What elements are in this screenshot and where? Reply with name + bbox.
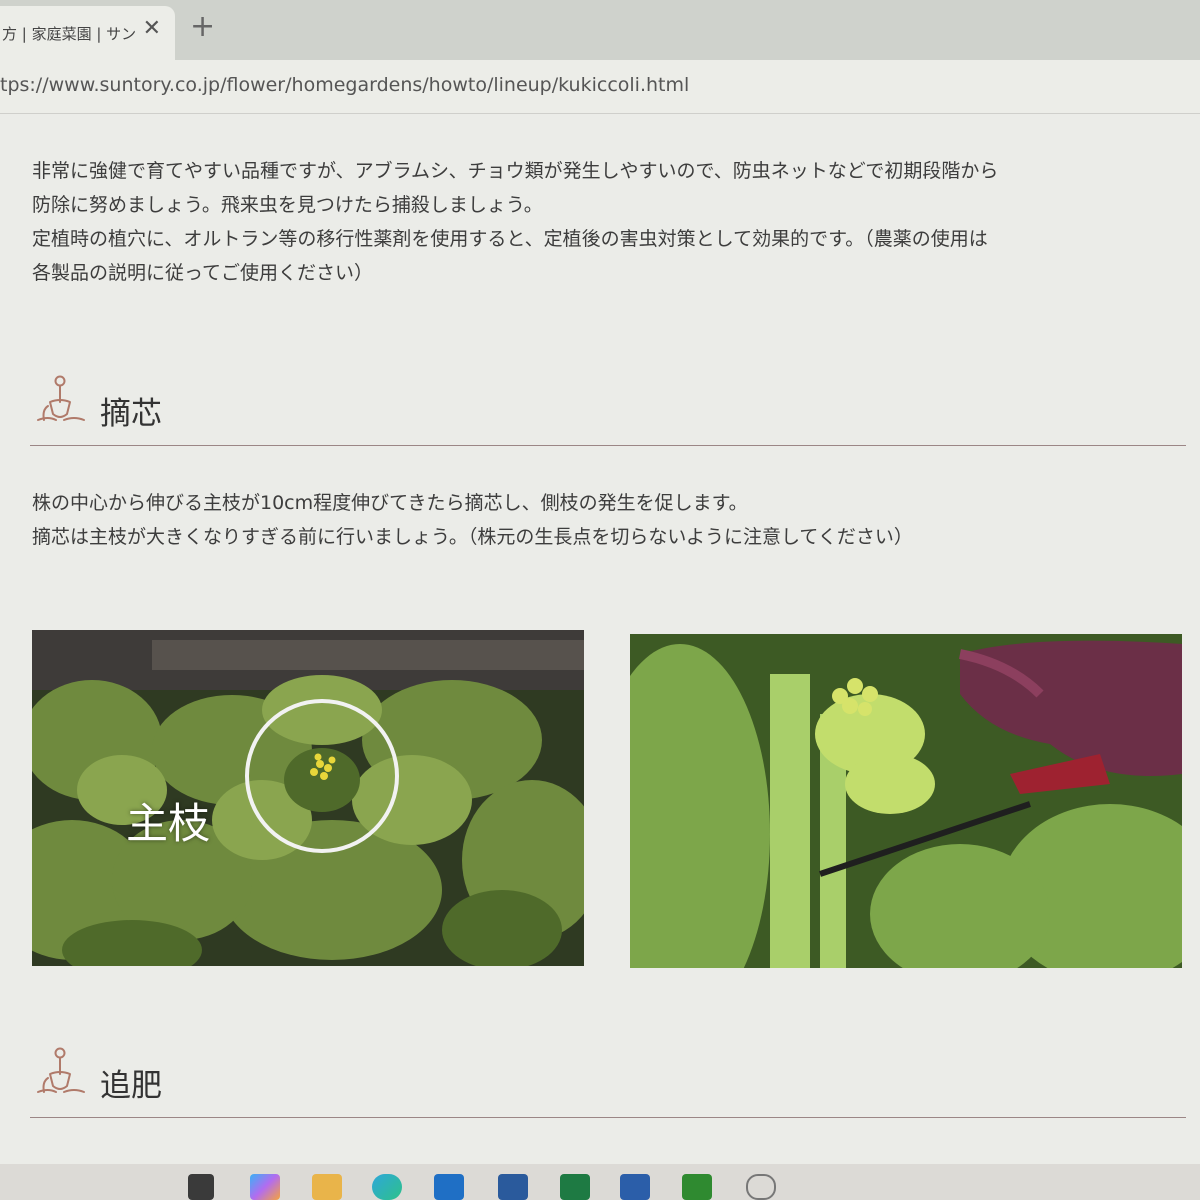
section-divider (30, 445, 1186, 446)
tab-title: 方 | 家庭菜園 | サン (2, 24, 137, 43)
solitaire-icon[interactable] (498, 1174, 528, 1200)
pinching-paragraph: 株の中心から伸びる主枝が10cm程度伸びてきたら摘芯し、側枝の発生を促します。 … (32, 486, 913, 554)
plant-photo-illustration (32, 630, 584, 966)
pest-line-1: 非常に強健で育てやすい品種ですが、アブラムシ、チョウ類が発生しやすいので、防虫ネ… (32, 160, 999, 182)
app-icon[interactable] (682, 1174, 712, 1200)
pest-line-4: 各製品の説明に従ってご使用ください） (32, 262, 374, 284)
url-text[interactable]: tps://www.suntory.co.jp/flower/homegarde… (0, 74, 689, 96)
section-heading-fertilizer: 追肥 (30, 1038, 1186, 1118)
outlook-icon[interactable] (434, 1174, 464, 1200)
photo-main-stem: 主枝 (32, 630, 584, 966)
pest-line-2: 防除に努めましょう。飛来虫を見つけたら捕殺しましょう。 (32, 194, 543, 216)
section-heading-pinching: 摘芯 (30, 366, 1186, 446)
pinching-line-1: 株の中心から伸びる主枝が10cm程度伸びてきたら摘芯し、側枝の発生を促します。 (32, 492, 748, 514)
copilot-icon[interactable] (250, 1174, 280, 1200)
photo-pinching-scissors (630, 634, 1182, 968)
trowel-icon (37, 375, 85, 421)
folder-icon[interactable] (312, 1174, 342, 1200)
file-explorer-icon[interactable] (188, 1174, 214, 1200)
new-tab-icon[interactable]: + (190, 12, 215, 42)
edge-icon[interactable] (372, 1174, 402, 1200)
section-title: 摘芯 (100, 396, 162, 432)
pinching-photo-illustration (630, 634, 1182, 968)
photo-label-main-stem: 主枝 (126, 799, 211, 848)
taskbar (0, 1164, 1200, 1200)
browser-tab[interactable]: 方 | 家庭菜園 | サン ✕ (0, 6, 175, 60)
tab-bar: 方 | 家庭菜園 | サン ✕ + (0, 0, 1200, 60)
excel-icon[interactable] (560, 1174, 590, 1200)
pest-line-3: 定植時の植穴に、オルトラン等の移行性薬剤を使用すると、定植後の害虫対策として効果… (32, 228, 988, 250)
word-icon[interactable] (620, 1174, 650, 1200)
trowel-icon (37, 1047, 85, 1093)
section-title: 追肥 (100, 1068, 162, 1104)
address-bar[interactable]: tps://www.suntory.co.jp/flower/homegarde… (0, 60, 1200, 114)
close-icon[interactable]: ✕ (143, 18, 161, 40)
pest-paragraph: 非常に強健で育てやすい品種ですが、アブラムシ、チョウ類が発生しやすいので、防虫ネ… (32, 154, 998, 290)
ime-icon[interactable] (746, 1174, 776, 1200)
section-divider (30, 1117, 1186, 1118)
page-content: 非常に強健で育てやすい品種ですが、アブラムシ、チョウ類が発生しやすいので、防虫ネ… (0, 114, 1200, 1164)
pinching-line-2: 摘芯は主枝が大きくなりすぎる前に行いましょう。（株元の生長点を切らないように注意… (32, 526, 913, 548)
